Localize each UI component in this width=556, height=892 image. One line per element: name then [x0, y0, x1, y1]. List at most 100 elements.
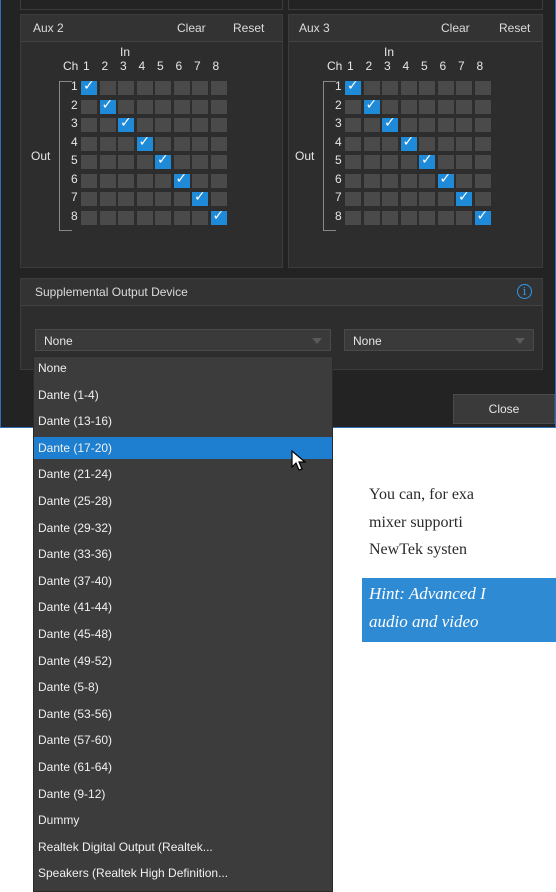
routing-checkbox[interactable]: [118, 81, 134, 95]
routing-checkbox[interactable]: [437, 99, 454, 114]
routing-checkbox[interactable]: [437, 210, 454, 225]
routing-checkbox[interactable]: [400, 81, 417, 95]
routing-checkbox[interactable]: [118, 136, 134, 151]
routing-checkbox[interactable]: [118, 155, 134, 169]
routing-checkbox[interactable]: [99, 81, 116, 95]
routing-checkbox[interactable]: [363, 173, 380, 188]
aux3-reset-button[interactable]: Reset: [499, 21, 530, 35]
routing-checkbox[interactable]: [155, 136, 171, 151]
routing-checkbox[interactable]: [474, 118, 491, 132]
routing-checkbox[interactable]: [419, 118, 435, 132]
dropdown-option[interactable]: Dante (13-16): [34, 410, 332, 432]
dropdown-option[interactable]: Dante (37-40): [34, 570, 332, 592]
aux2-reset-button[interactable]: Reset: [233, 21, 264, 35]
routing-checkbox[interactable]: [456, 81, 472, 95]
routing-checkbox[interactable]: [155, 118, 171, 132]
routing-checkbox[interactable]: [345, 155, 361, 169]
routing-checkbox[interactable]: [363, 81, 380, 95]
routing-checkbox[interactable]: [474, 99, 491, 114]
routing-checkbox[interactable]: [456, 118, 472, 132]
dropdown-option[interactable]: Dante (33-36): [34, 543, 332, 565]
routing-checkbox[interactable]: [456, 210, 472, 225]
routing-checkbox[interactable]: [382, 192, 398, 206]
routing-checkbox[interactable]: [210, 173, 227, 188]
routing-checkbox[interactable]: [456, 136, 472, 151]
routing-checkbox[interactable]: [99, 97, 116, 114]
routing-checkbox[interactable]: [210, 208, 227, 225]
routing-checkbox[interactable]: [81, 78, 97, 95]
routing-checkbox[interactable]: [192, 81, 208, 95]
routing-checkbox[interactable]: [474, 192, 491, 206]
info-icon[interactable]: i: [517, 284, 532, 299]
routing-checkbox[interactable]: [456, 189, 472, 206]
routing-checkbox[interactable]: [345, 192, 361, 206]
dropdown-option[interactable]: Dante (57-60): [34, 729, 332, 751]
routing-checkbox[interactable]: [173, 210, 190, 225]
routing-checkbox[interactable]: [81, 210, 97, 225]
routing-checkbox[interactable]: [363, 192, 380, 206]
dropdown-option[interactable]: Dante (1-4): [34, 384, 332, 406]
routing-checkbox[interactable]: [345, 210, 361, 225]
routing-checkbox[interactable]: [81, 136, 97, 151]
routing-checkbox[interactable]: [474, 136, 491, 151]
routing-checkbox[interactable]: [81, 173, 97, 188]
routing-checkbox[interactable]: [437, 81, 454, 95]
routing-checkbox[interactable]: [474, 81, 491, 95]
dropdown-option[interactable]: Dante (21-24): [34, 463, 332, 485]
routing-checkbox[interactable]: [136, 210, 153, 225]
routing-checkbox[interactable]: [345, 99, 361, 114]
routing-checkbox[interactable]: [210, 192, 227, 206]
routing-checkbox[interactable]: [155, 210, 171, 225]
routing-checkbox[interactable]: [136, 134, 153, 151]
dropdown-option[interactable]: Dante (5-8): [34, 676, 332, 698]
routing-checkbox[interactable]: [173, 136, 190, 151]
aux2-clear-button[interactable]: Clear: [177, 21, 206, 35]
routing-checkbox[interactable]: [419, 81, 435, 95]
dropdown-option[interactable]: Dante (9-12): [34, 783, 332, 805]
routing-checkbox[interactable]: [437, 155, 454, 169]
dropdown-option[interactable]: Realtek Digital Output (Realtek...: [34, 836, 332, 858]
routing-checkbox[interactable]: [474, 155, 491, 169]
routing-checkbox[interactable]: [118, 99, 134, 114]
routing-checkbox[interactable]: [173, 118, 190, 132]
routing-checkbox[interactable]: [400, 134, 417, 151]
routing-checkbox[interactable]: [192, 99, 208, 114]
routing-checkbox[interactable]: [99, 210, 116, 225]
routing-checkbox[interactable]: [210, 118, 227, 132]
routing-checkbox[interactable]: [173, 99, 190, 114]
routing-checkbox[interactable]: [210, 99, 227, 114]
dropdown-option[interactable]: Dante (29-32): [34, 517, 332, 539]
routing-checkbox[interactable]: [345, 118, 361, 132]
routing-checkbox[interactable]: [456, 155, 472, 169]
routing-checkbox[interactable]: [81, 99, 97, 114]
routing-checkbox[interactable]: [419, 152, 435, 169]
routing-checkbox[interactable]: [192, 155, 208, 169]
routing-checkbox[interactable]: [419, 210, 435, 225]
routing-checkbox[interactable]: [192, 118, 208, 132]
routing-checkbox[interactable]: [345, 78, 361, 95]
routing-checkbox[interactable]: [155, 152, 171, 169]
routing-checkbox[interactable]: [192, 173, 208, 188]
routing-checkbox[interactable]: [210, 81, 227, 95]
routing-checkbox[interactable]: [400, 155, 417, 169]
routing-checkbox[interactable]: [419, 192, 435, 206]
routing-checkbox[interactable]: [382, 81, 398, 95]
close-button[interactable]: Close: [453, 394, 555, 424]
routing-checkbox[interactable]: [210, 136, 227, 151]
routing-checkbox[interactable]: [437, 136, 454, 151]
dropdown-option[interactable]: Dante (17-20): [34, 436, 332, 459]
dropdown-option[interactable]: Speakers (Realtek High Definition...: [34, 862, 332, 884]
routing-checkbox[interactable]: [437, 171, 454, 188]
routing-checkbox[interactable]: [345, 173, 361, 188]
routing-checkbox[interactable]: [400, 99, 417, 114]
routing-checkbox[interactable]: [382, 210, 398, 225]
routing-checkbox[interactable]: [155, 81, 171, 95]
routing-checkbox[interactable]: [99, 173, 116, 188]
routing-checkbox[interactable]: [345, 136, 361, 151]
routing-checkbox[interactable]: [136, 99, 153, 114]
routing-checkbox[interactable]: [99, 192, 116, 206]
routing-checkbox[interactable]: [382, 115, 398, 132]
routing-checkbox[interactable]: [192, 189, 208, 206]
dropdown-option[interactable]: Dummy: [34, 809, 332, 831]
routing-checkbox[interactable]: [136, 81, 153, 95]
